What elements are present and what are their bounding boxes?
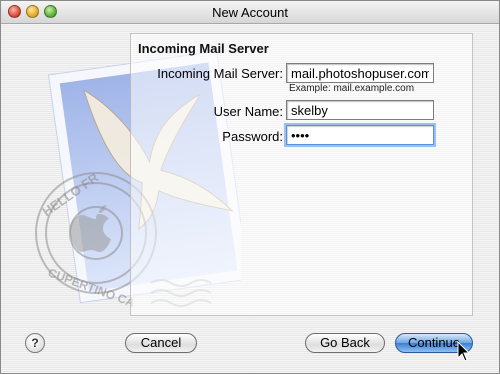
incoming-server-label: Incoming Mail Server: <box>157 66 283 81</box>
password-input[interactable] <box>286 125 434 145</box>
cancel-button[interactable]: Cancel <box>125 333 197 353</box>
go-back-button[interactable]: Go Back <box>305 333 385 353</box>
window-title: New Account <box>212 5 288 20</box>
password-label: Password: <box>222 129 283 144</box>
section-title: Incoming Mail Server <box>138 41 269 56</box>
new-account-window: New Account HELLO FR CUPERTINO CA Incomi… <box>0 0 500 374</box>
server-example-hint: Example: mail.example.com <box>289 83 415 94</box>
user-name-label: User Name: <box>213 104 283 119</box>
mouse-pointer-icon <box>457 341 471 362</box>
help-button[interactable]: ? <box>25 333 45 353</box>
incoming-server-input[interactable] <box>286 63 434 83</box>
user-name-input[interactable] <box>286 100 434 120</box>
title-bar[interactable]: New Account <box>1 1 499 24</box>
